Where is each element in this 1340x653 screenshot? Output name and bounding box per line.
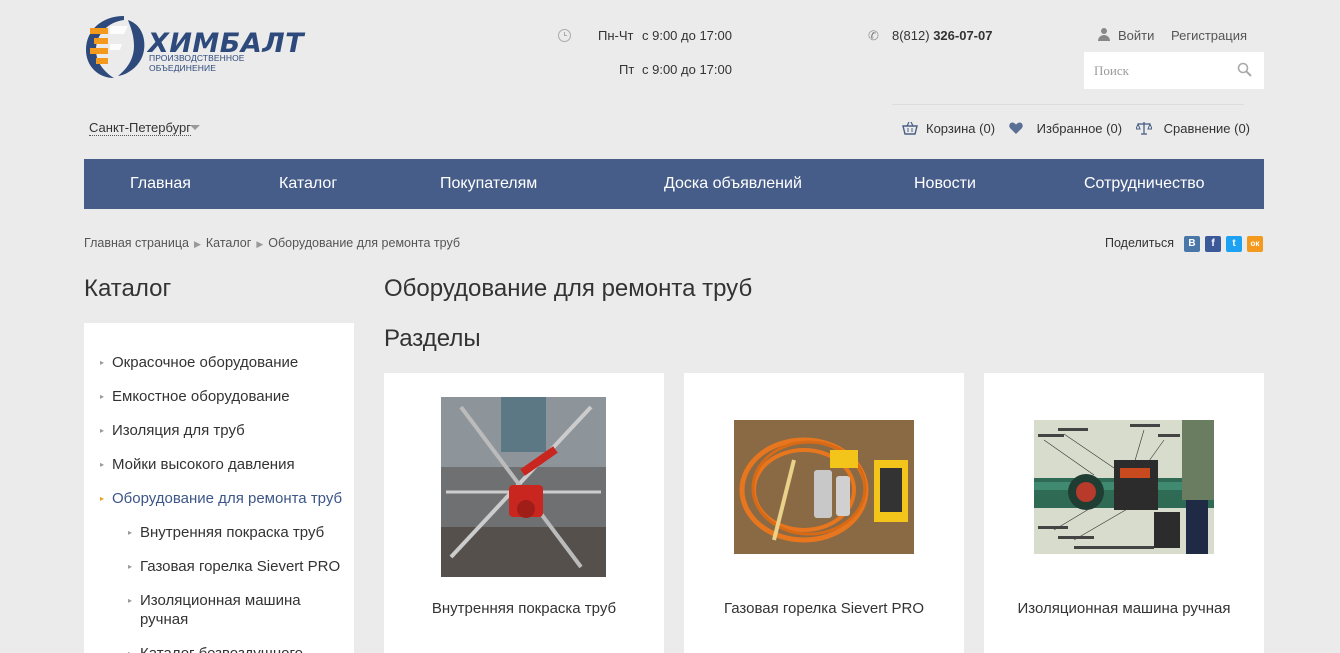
breadcrumb-home[interactable]: Главная страница	[84, 236, 189, 250]
nav-item-home[interactable]: Главная	[130, 175, 191, 193]
nav-item-catalog[interactable]: Каталог	[279, 175, 337, 193]
sidebar-item-label: Окрасочное оборудование	[112, 354, 299, 371]
sidebar-subitem-gas-burner[interactable]: ▸ Газовая горелка Sievert PRO	[128, 557, 341, 576]
company-logo[interactable]: ХИМБАЛТ ПРОИЗВОДСТВЕННОЕ ОБЪЕДИНЕНИЕ	[84, 14, 304, 80]
vk-share-icon[interactable]: В	[1184, 236, 1200, 252]
nav-item-buyers[interactable]: Покупателям	[440, 175, 537, 193]
chevron-down-icon[interactable]	[190, 125, 200, 130]
sidebar-item-pressure-washers[interactable]: ▸ Мойки высокого давления	[100, 455, 295, 474]
breadcrumb-catalog[interactable]: Каталог	[206, 236, 251, 250]
hours-time-2: с 9:00 до 17:00	[642, 62, 732, 77]
product-image[interactable]	[1034, 420, 1214, 554]
sidebar-item-label: Каталог безвоздушного	[140, 645, 303, 653]
chevron-right-icon: ▸	[100, 494, 105, 503]
breadcrumb-separator: ▶	[256, 239, 264, 249]
cart-icon	[902, 121, 918, 135]
product-image[interactable]	[441, 397, 606, 577]
sidebar-subitem-insulation-machine[interactable]: ▸ Изоляционная машина ручная	[128, 591, 330, 629]
cart-link[interactable]: Корзина (0)	[902, 121, 995, 136]
sidebar-item-pipe-insulation[interactable]: ▸ Изоляция для труб	[100, 421, 245, 440]
share-label: Поделиться	[1105, 236, 1175, 250]
sidebar-item-label: Изоляция для труб	[112, 422, 245, 439]
sidebar-item-tanks[interactable]: ▸ Емкостное оборудование	[100, 387, 290, 406]
favorites-link[interactable]: Избранное (0)	[1007, 121, 1122, 136]
user-bar: Корзина (0) Избранное (0) Сравнение (0)	[902, 121, 1258, 136]
facebook-share-icon[interactable]: f	[1205, 236, 1221, 252]
nav-item-news[interactable]: Новости	[914, 175, 976, 193]
logo-tagline: ПРОИЗВОДСТВЕННОЕ ОБЪЕДИНЕНИЕ	[149, 53, 245, 73]
section-card-title[interactable]: Газовая горелка Sievert PRO	[684, 600, 964, 617]
section-card-title[interactable]: Внутренняя покраска труб	[384, 600, 664, 617]
sidebar-item-label: Емкостное оборудование	[112, 388, 290, 405]
header-divider	[892, 104, 1244, 105]
logo-emblem-icon	[86, 16, 145, 78]
chevron-right-icon: ▸	[128, 562, 133, 571]
sidebar-item-label: Газовая горелка Sievert PRO	[140, 558, 341, 575]
sections-title: Разделы	[384, 325, 481, 352]
scales-icon	[1134, 122, 1153, 135]
catalog-sidebar: ▸ Окрасочное оборудование ▸ Емкостное обор…	[84, 323, 354, 653]
search-icon[interactable]	[1237, 62, 1252, 77]
chevron-right-icon: ▸	[128, 644, 132, 653]
favorites-label: Избранное (0)	[1036, 121, 1123, 136]
login-link[interactable]: Войти	[1118, 28, 1154, 43]
search-box	[1084, 52, 1264, 89]
sidebar-title: Каталог	[84, 275, 172, 302]
section-card-inner-painting[interactable]: Внутренняя покраска труб	[384, 373, 664, 653]
sidebar-item-label: Оборудование для ремонта труб	[112, 490, 343, 507]
chevron-right-icon: ▸	[100, 392, 105, 401]
user-icon	[1098, 28, 1110, 41]
twitter-share-icon[interactable]: t	[1226, 236, 1242, 252]
phone-prefix: 8(812)	[892, 28, 930, 43]
chevron-right-icon: ▸	[100, 460, 105, 469]
register-link[interactable]: Регистрация	[1171, 28, 1247, 43]
page-title: Оборудование для ремонта труб	[384, 275, 753, 302]
clock-icon	[558, 29, 571, 42]
city-selector[interactable]: Санкт-Петербург	[89, 120, 191, 136]
compare-link[interactable]: Сравнение (0)	[1134, 121, 1250, 136]
nav-item-board[interactable]: Доска объявлений	[664, 175, 802, 193]
main-navigation: Главная Каталог Покупателям Доска объявл…	[84, 159, 1264, 209]
section-card-title[interactable]: Изоляционная машина ручная	[984, 600, 1264, 617]
sidebar-item-pipe-repair[interactable]: ▸ Оборудование для ремонта труб	[100, 489, 343, 508]
cart-label: Корзина (0)	[926, 121, 996, 136]
sidebar-subitem-airless-catalog[interactable]: ▸ Каталог безвоздушного	[128, 644, 303, 653]
chevron-right-icon: ▸	[100, 358, 105, 367]
hours-days-1: Пн-Чт	[598, 28, 634, 43]
chevron-right-icon: ▸	[100, 426, 105, 435]
chevron-right-icon: ▸	[128, 528, 133, 537]
sidebar-item-label: Мойки высокого давления	[112, 456, 295, 473]
sidebar-item-label: Изоляционная машина ручная	[140, 592, 301, 628]
hours-days-2: Пт	[619, 62, 635, 77]
phone-main: 326-07-07	[933, 28, 993, 43]
hours-time-1: с 9:00 до 17:00	[642, 28, 732, 43]
sidebar-item-label: Внутренняя покраска труб	[140, 524, 325, 541]
breadcrumb-current: Оборудование для ремонта труб	[268, 236, 461, 250]
section-card-insulation-machine[interactable]: Изоляционная машина ручная	[984, 373, 1264, 653]
nav-item-cooperation[interactable]: Сотрудничество	[1084, 175, 1205, 193]
chevron-right-icon: ▸	[128, 596, 133, 605]
sidebar-subitem-inner-painting[interactable]: ▸ Внутренняя покраска труб	[128, 523, 325, 542]
search-input[interactable]	[1084, 52, 1224, 89]
breadcrumb: Главная страница ▶ Каталог ▶ Оборудование дл…	[84, 236, 460, 250]
phone-icon: ✆	[868, 28, 879, 43]
product-image[interactable]	[734, 420, 914, 554]
sidebar-item-painting[interactable]: ▸ Окрасочное оборудование	[100, 353, 299, 372]
auth-links: Войти Регистрация	[1098, 28, 1247, 43]
compare-label: Сравнение (0)	[1163, 121, 1251, 136]
phone-number[interactable]: ✆ 8(812) 326-07-07	[868, 28, 992, 44]
odnoklassniki-share-icon[interactable]: ок	[1247, 236, 1263, 252]
heart-icon	[1008, 122, 1023, 134]
breadcrumb-separator: ▶	[193, 239, 201, 249]
section-card-gas-burner[interactable]: Газовая горелка Sievert PRO	[684, 373, 964, 653]
